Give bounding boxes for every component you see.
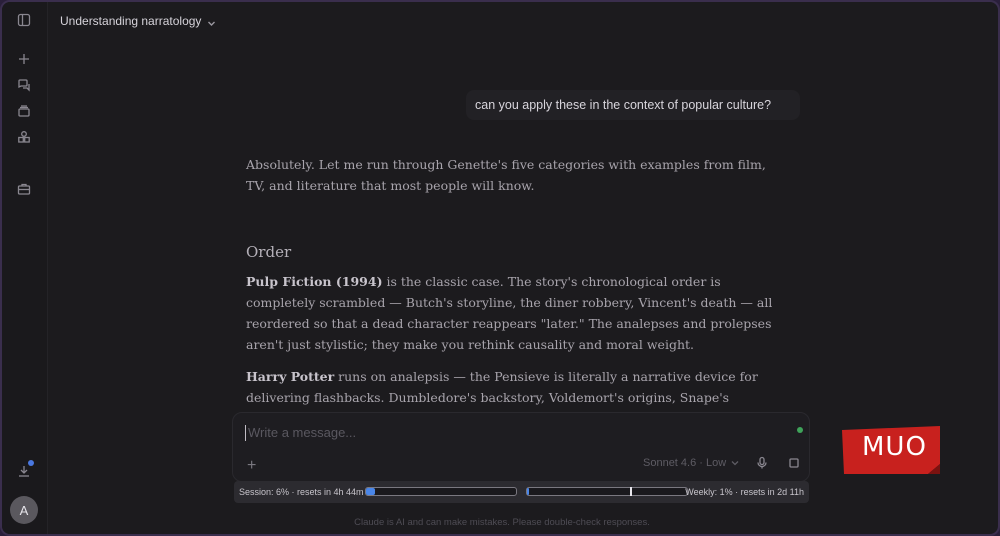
conversation-title: Understanding narratology	[60, 14, 202, 28]
briefcase-icon[interactable]	[15, 180, 33, 198]
watermark-text: MUO	[862, 432, 927, 462]
chevron-down-icon	[731, 461, 739, 466]
response-paragraph: Harry Potter runs on analepsis — the Pen…	[246, 366, 786, 408]
session-usage-label: Session: 6% · resets in 4h 44m	[239, 487, 364, 497]
session-usage-meter	[365, 487, 517, 496]
session-usage-fill	[366, 488, 375, 495]
artifacts-icon[interactable]	[15, 128, 33, 146]
model-selector[interactable]: Sonnet 4.6 · Low	[643, 457, 739, 469]
response-paragraph: Pulp Fiction (1994) is the classic case.…	[246, 271, 786, 355]
new-chat-icon[interactable]	[15, 50, 33, 68]
response-heading-order: Order	[246, 243, 292, 261]
user-message: can you apply these in the context of po…	[466, 90, 800, 120]
response-intro: Absolutely. Let me run through Genette's…	[246, 157, 766, 193]
add-attachment-button[interactable]: +	[247, 457, 256, 475]
weekly-reset-marker	[630, 487, 632, 496]
status-dot	[797, 427, 803, 433]
bold-title: Pulp Fiction (1994)	[246, 274, 383, 289]
chevron-down-icon	[207, 17, 216, 26]
projects-icon[interactable]	[15, 102, 33, 120]
weekly-usage-fill	[527, 488, 529, 495]
app-window: A Understanding narratology can you appl…	[0, 0, 1000, 536]
microphone-icon[interactable]	[755, 456, 769, 470]
bold-title: Harry Potter	[246, 369, 335, 384]
sidebar-rail: A	[2, 2, 48, 534]
chats-icon[interactable]	[15, 76, 33, 94]
stop-square-icon[interactable]	[787, 456, 801, 470]
sidebar-toggle-icon[interactable]	[15, 11, 33, 29]
conversation-title-menu[interactable]: Understanding narratology	[60, 14, 216, 28]
weekly-usage-meter	[526, 487, 688, 496]
notification-dot	[28, 460, 34, 466]
usage-bar: Session: 6% · resets in 4h 44m Weekly: 1…	[234, 481, 809, 503]
model-label: Sonnet 4.6 · Low	[643, 457, 727, 469]
message-composer: Write a message... + Sonnet 4.6 · Low	[232, 412, 810, 482]
message-input[interactable]: Write a message...	[245, 425, 356, 441]
download-icon[interactable]	[15, 460, 34, 480]
muo-watermark: MUO	[842, 426, 940, 474]
disclaimer: Claude is AI and can make mistakes. Plea…	[354, 517, 650, 528]
weekly-usage-label: Weekly: 1% · resets in 2d 11h	[685, 487, 804, 497]
